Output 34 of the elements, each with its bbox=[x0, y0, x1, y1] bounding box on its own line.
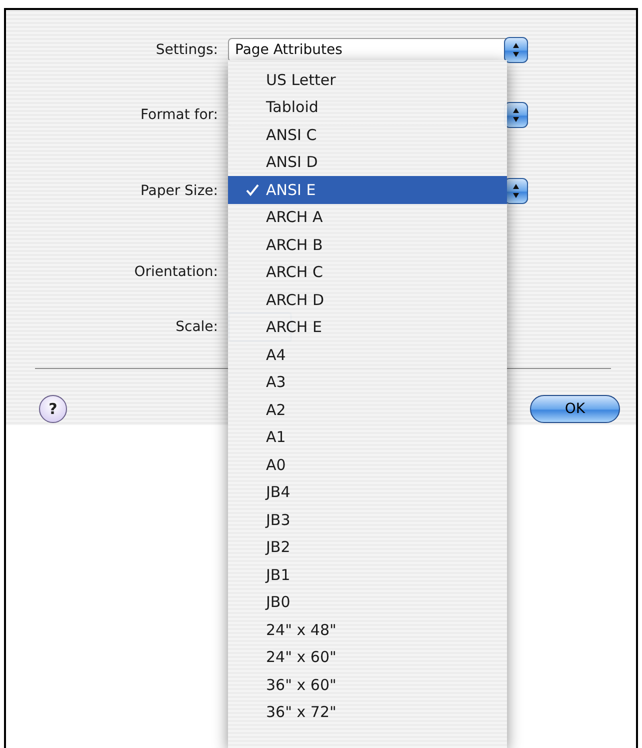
menu-item[interactable]: A3 bbox=[228, 368, 507, 396]
menu-item[interactable]: ANSI D bbox=[228, 148, 507, 176]
menu-item[interactable]: JB0 bbox=[228, 588, 507, 616]
menu-item[interactable]: 36" x 60" bbox=[228, 671, 507, 698]
menu-item[interactable]: Tabloid bbox=[228, 94, 507, 121]
menu-item[interactable]: 24" x 48" bbox=[228, 616, 507, 644]
help-button[interactable]: ? bbox=[39, 395, 67, 423]
menu-item[interactable]: JB2 bbox=[228, 534, 507, 561]
field-label: Paper Size: bbox=[140, 183, 218, 199]
field-label: Scale: bbox=[176, 319, 218, 335]
menu-item[interactable]: ARCH E bbox=[228, 314, 507, 341]
menu-item[interactable]: JB1 bbox=[228, 561, 507, 588]
menu-item[interactable]: A0 bbox=[228, 451, 507, 478]
menu-item[interactable]: ARCH C bbox=[228, 258, 507, 286]
popup-arrows-icon[interactable] bbox=[504, 37, 528, 63]
field-label: Orientation: bbox=[134, 264, 218, 280]
ok-button[interactable]: OK bbox=[530, 395, 620, 423]
menu-item[interactable]: US Letter bbox=[228, 66, 507, 94]
menu-item[interactable]: ANSI C bbox=[228, 121, 507, 148]
menu-item[interactable]: ANSI E bbox=[228, 176, 507, 204]
checkmark-icon bbox=[246, 184, 259, 196]
menu-item[interactable]: A2 bbox=[228, 396, 507, 424]
popup-menu[interactable]: Page Attributes bbox=[228, 38, 528, 62]
menu-item[interactable]: A4 bbox=[228, 341, 507, 368]
menu-item[interactable]: A1 bbox=[228, 424, 507, 451]
field-label: Format for: bbox=[140, 107, 218, 123]
menu-item[interactable]: ARCH B bbox=[228, 231, 507, 258]
menu-item[interactable]: JB4 bbox=[228, 478, 507, 506]
menu-item[interactable]: 24" x 60" bbox=[228, 644, 507, 671]
menu-item[interactable]: 36" x 72" bbox=[228, 698, 507, 726]
menu-item[interactable]: ARCH D bbox=[228, 286, 507, 314]
field-label: Settings: bbox=[156, 42, 218, 58]
menu-item[interactable]: JB3 bbox=[228, 506, 507, 534]
menu-item[interactable]: ARCH A bbox=[228, 204, 507, 231]
